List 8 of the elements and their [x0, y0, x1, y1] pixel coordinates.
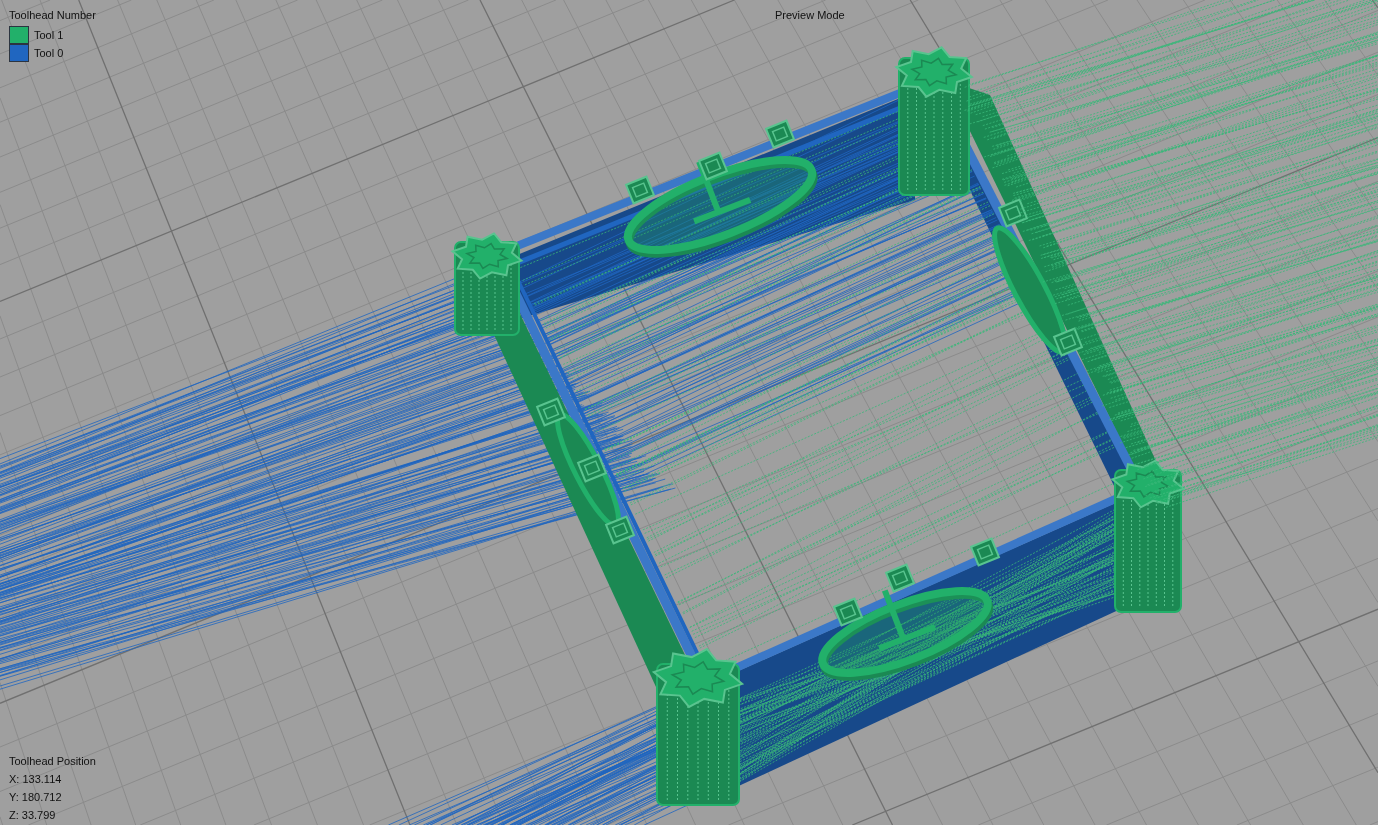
position-title: Toolhead Position — [9, 754, 96, 769]
legend-label: Tool 0 — [34, 46, 64, 60]
view-mode-label: Preview Mode — [775, 9, 845, 21]
legend-title: Toolhead Number — [9, 8, 96, 22]
coordinate-readout: X: 133.114 — [9, 772, 62, 787]
coordinate-readout: Y: 180.712 — [9, 790, 62, 805]
coordinate-readout: Z: 33.799 — [9, 808, 56, 823]
legend-label: Tool 1 — [34, 28, 64, 42]
